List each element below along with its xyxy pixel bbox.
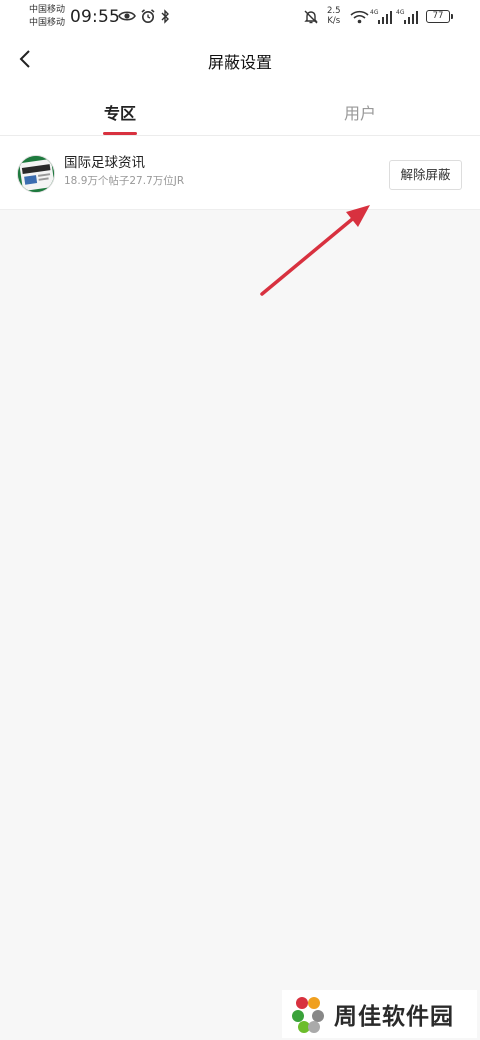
active-tab-indicator bbox=[103, 132, 137, 135]
newspaper-icon bbox=[18, 156, 54, 192]
status-time: 09:55 bbox=[70, 7, 120, 27]
watermark: 周佳软件园 bbox=[282, 990, 477, 1038]
unblock-button[interactable]: 解除屏蔽 bbox=[389, 160, 462, 190]
carrier-info: 中国移动 中国移动 bbox=[29, 4, 65, 30]
status-bar: 中国移动 中国移动 09:55 2.5 K/s 4G 4G 77 bbox=[0, 0, 480, 34]
watermark-text: 周佳软件园 bbox=[334, 1004, 454, 1030]
watermark-logo-icon bbox=[292, 997, 324, 1033]
page-title: 屏蔽设置 bbox=[207, 53, 272, 72]
tab-users[interactable]: 用户 bbox=[240, 86, 480, 135]
muted-bell-icon bbox=[304, 10, 318, 24]
battery-level: 77 bbox=[432, 11, 444, 21]
zone-avatar bbox=[17, 155, 55, 193]
app-header: 中国移动 中国移动 09:55 2.5 K/s 4G 4G 77 屏蔽设置 专区… bbox=[0, 0, 480, 136]
tab-label: 用户 bbox=[343, 104, 376, 123]
network-speed: 2.5 K/s bbox=[327, 6, 341, 26]
wifi-icon bbox=[350, 10, 369, 24]
navigation-bar: 屏蔽设置 bbox=[0, 34, 480, 86]
alarm-icon bbox=[141, 9, 155, 23]
speed-unit: K/s bbox=[327, 16, 341, 26]
carrier-1: 中国移动 bbox=[29, 5, 66, 15]
bluetooth-icon bbox=[161, 9, 169, 24]
battery-indicator: 77 bbox=[426, 10, 453, 23]
tab-zones[interactable]: 专区 bbox=[0, 86, 240, 135]
zone-stats: 18.9万个帖子27.7万位JR bbox=[64, 175, 185, 187]
speed-value: 2.5 bbox=[327, 6, 341, 16]
eye-icon bbox=[118, 11, 136, 21]
blocked-list: 国际足球资讯 18.9万个帖子27.7万位JR 解除屏蔽 bbox=[0, 136, 480, 210]
tab-bar: 专区 用户 bbox=[0, 86, 480, 136]
signal-icon bbox=[378, 11, 392, 24]
zone-name: 国际足球资讯 bbox=[64, 155, 145, 171]
signal-icon bbox=[404, 11, 418, 24]
list-item: 国际足球资讯 18.9万个帖子27.7万位JR 解除屏蔽 bbox=[0, 136, 480, 210]
tab-label: 专区 bbox=[103, 104, 136, 123]
carrier-2: 中国移动 bbox=[29, 18, 66, 28]
